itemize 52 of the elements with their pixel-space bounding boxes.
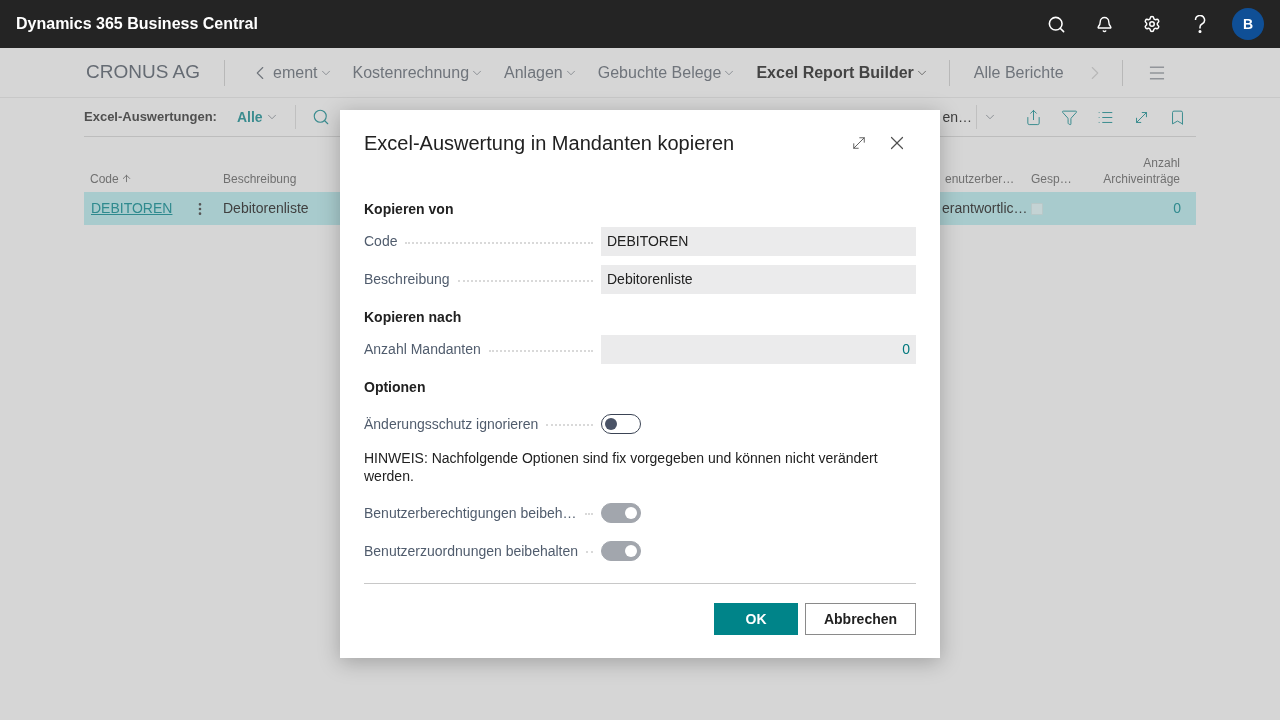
- field-label: Code: [364, 232, 398, 251]
- table-cell-text: erantwortlic…: [941, 199, 1025, 218]
- leader-line: [586, 551, 593, 553]
- toggle-switch[interactable]: [601, 414, 641, 434]
- search-icon[interactable]: [311, 108, 330, 126]
- column-header[interactable]: Beschreibung: [223, 171, 297, 187]
- share-icon[interactable]: [1025, 108, 1042, 126]
- bookmark-icon[interactable]: [1169, 108, 1186, 126]
- filter-dropdown[interactable]: Alle: [236, 106, 279, 128]
- input-field[interactable]: Debitorenliste: [601, 265, 916, 294]
- field-label: Änderungsschutz ignorieren: [364, 414, 539, 434]
- nav-menu-item[interactable]: Anlagen: [504, 60, 578, 85]
- section-heading: Kopieren nach: [364, 308, 463, 326]
- nav-menu-item[interactable]: Kostenrechnung: [352, 60, 485, 85]
- field-label: Benutzerzuordnungen beibehalten: [364, 541, 579, 561]
- filter-label: Excel-Auswertungen:: [84, 108, 217, 127]
- table-cell-text: 0: [1172, 199, 1182, 218]
- field-label: Anzahl Mandanten: [364, 340, 481, 359]
- column-header[interactable]: Gesp…: [1031, 171, 1072, 187]
- field-label: Beschreibung: [364, 270, 450, 289]
- table-cell-text: Debitorenliste: [223, 199, 309, 218]
- input-field[interactable]: DEBITOREN: [601, 227, 916, 256]
- note-text: HINWEIS: Nachfolgende Optionen sind fix vorgegeben und können nicht verändert werden.: [364, 449, 879, 485]
- bell-icon: [1095, 15, 1113, 33]
- expand-icon[interactable]: [850, 134, 868, 152]
- ok-button[interactable]: OK: [714, 603, 798, 635]
- company-name[interactable]: CRONUS AG: [86, 58, 201, 87]
- dialog-title: Excel-Auswertung in Mandanten kopieren: [364, 131, 735, 156]
- nav-menu-item[interactable]: Excel Report Builder: [756, 60, 929, 85]
- field-label: Benutzerberechtigungen beibeh…: [364, 503, 577, 523]
- cancel-button[interactable]: Abbrechen: [805, 603, 916, 635]
- column-header[interactable]: enutzerber…: [945, 171, 1015, 187]
- column-header[interactable]: Code: [90, 171, 132, 187]
- input-field[interactable]: 0: [601, 335, 916, 364]
- leader-line: [584, 513, 593, 515]
- column-header[interactable]: Anzahl Archiveinträge: [1078, 155, 1180, 187]
- sort-arrow-icon: [120, 173, 132, 184]
- filter-icon[interactable]: [1061, 108, 1078, 126]
- section-heading: Optionen: [364, 378, 427, 396]
- nav-menu-item[interactable]: Alle Berichte: [973, 60, 1064, 85]
- leader-line: [546, 424, 593, 426]
- search-icon: [1046, 14, 1066, 34]
- code-link[interactable]: DEBITOREN: [84, 198, 173, 219]
- section-heading: Kopieren von: [364, 200, 455, 218]
- app-title: Dynamics 365 Business Central: [16, 14, 258, 34]
- nav-menu-item[interactable]: Gebuchte Belege: [597, 60, 737, 85]
- help-icon: [1194, 15, 1206, 33]
- checkbox[interactable]: [1031, 202, 1043, 215]
- user-avatar[interactable]: B: [1232, 8, 1264, 40]
- settings-icon: [1143, 15, 1161, 33]
- nav-menu-item[interactable]: ement: [249, 60, 333, 85]
- action-button[interactable]: en…: [942, 106, 972, 128]
